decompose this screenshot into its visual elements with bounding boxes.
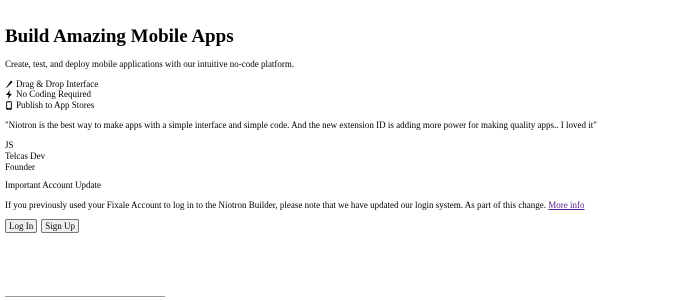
feature-list: Drag & Drop Interface No Coding Required… xyxy=(5,79,98,111)
notice-body: If you previously used your Fixale Accou… xyxy=(5,200,547,210)
page-title: Build Amazing Mobile Apps xyxy=(5,26,234,47)
feature-label: Publish to App Stores xyxy=(16,99,95,110)
author-initials: JS xyxy=(5,140,14,150)
author-role: Founder xyxy=(5,162,35,172)
feature-item: Drag & Drop Interface xyxy=(5,79,98,90)
feature-label: Drag & Drop Interface xyxy=(16,78,99,89)
signup-button[interactable]: Sign Up xyxy=(41,219,80,233)
notice-title: Important Account Update xyxy=(5,180,101,190)
mobile-icon xyxy=(5,101,13,110)
intro-text: Create, test, and deploy mobile applicat… xyxy=(5,59,295,69)
auth-actions: Log In Sign Up xyxy=(5,219,80,233)
testimonial-author: JS Telcas Dev Founder xyxy=(5,140,45,173)
feature-item: Publish to App Stores xyxy=(5,100,98,111)
login-button[interactable]: Log In xyxy=(5,219,38,233)
notice-text: If you previously used your Fixale Accou… xyxy=(5,200,585,211)
pencil-icon xyxy=(5,80,13,89)
horizontal-scrollbar[interactable] xyxy=(5,296,165,297)
author-company: Telcas Dev xyxy=(5,151,46,161)
feature-item: No Coding Required xyxy=(5,89,98,101)
feature-label: No Coding Required xyxy=(16,89,91,100)
more-info-link[interactable]: More info xyxy=(548,200,584,210)
page: Build Amazing Mobile Apps Create, test, … xyxy=(0,0,690,301)
testimonial-quote: "Niotron is the best way to make apps wi… xyxy=(5,120,597,130)
lightning-icon xyxy=(5,90,13,100)
